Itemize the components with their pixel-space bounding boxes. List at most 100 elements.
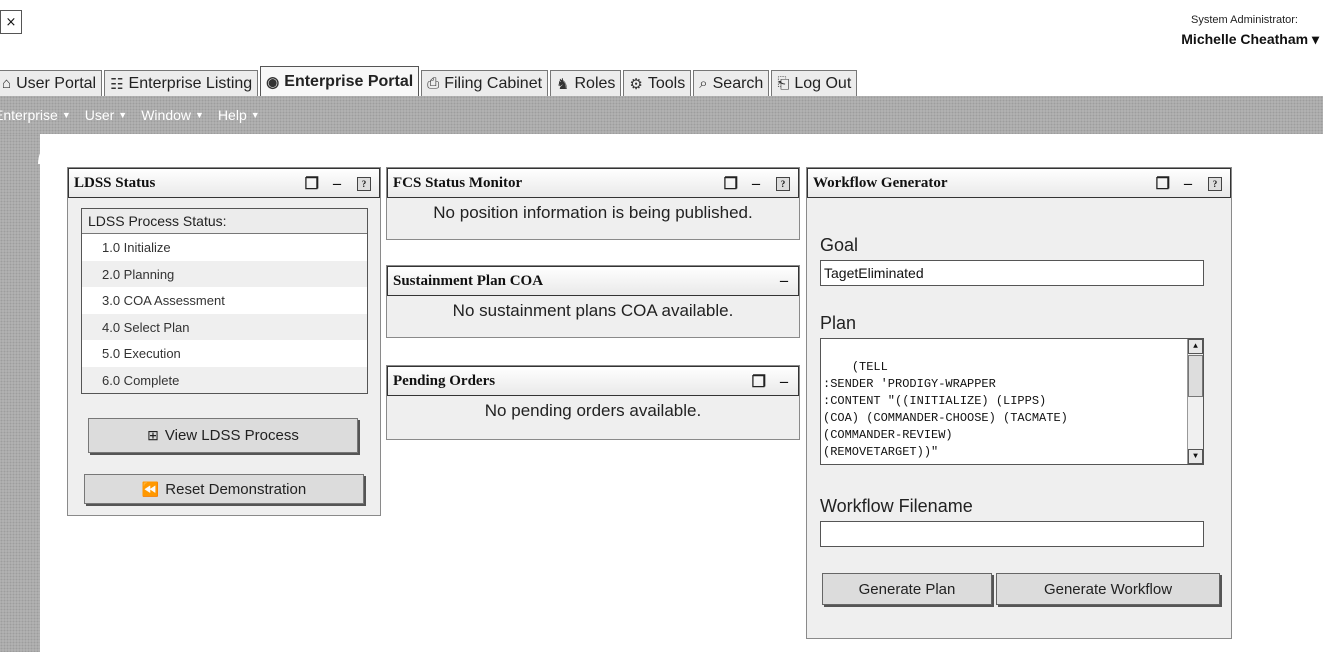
properties-icon[interactable]: ❐ (724, 174, 738, 194)
menu-label: Enterprise (0, 107, 58, 123)
process-list-header: LDSS Process Status: (82, 209, 367, 234)
button-label: Reset Demonstration (165, 480, 307, 498)
caret-down-icon: ▼ (250, 110, 260, 120)
minimize-icon[interactable]: – (333, 175, 341, 193)
tab-filing-cabinet[interactable]: ⎙ Filing Cabinet (421, 70, 549, 96)
menu-label: User (84, 107, 115, 123)
process-flow-icon: ⊞ (147, 427, 159, 443)
caret-down-icon: ▼ (195, 110, 204, 120)
tab-log-out[interactable]: ⎗ Log Out (771, 70, 858, 96)
panel-title: Pending Orders (393, 372, 496, 389)
scroll-up-icon[interactable]: ▲ (1188, 339, 1203, 354)
process-step: 2.0 Planning (82, 260, 367, 287)
tab-roles[interactable]: ♞ Roles (550, 70, 622, 96)
tab-user-portal[interactable]: ⌂ User Portal (0, 70, 103, 96)
menu-label: Help (217, 107, 247, 123)
close-icon: × (5, 14, 17, 30)
tab-enterprise-listing[interactable]: ☷ Enterprise Listing (104, 70, 259, 96)
help-icon[interactable]: ? (776, 177, 790, 191)
menu-bar: Enterprise ▼ User ▼ Window ▼ Help ▼ (0, 96, 1323, 134)
process-step: 6.0 Complete (82, 366, 367, 393)
pending-orders-panel: Pending Orders ❐ – No pending orders ava… (386, 365, 800, 440)
tab-enterprise-portal[interactable]: ◉ Enterprise Portal (260, 66, 420, 96)
panel-title: Sustainment Plan COA (393, 272, 544, 289)
process-step: 4.0 Select Plan (82, 313, 367, 340)
fcs-status-message: No position information is being publish… (433, 203, 753, 222)
reset-demonstration-button[interactable]: ⏪ Reset Demonstration (84, 474, 364, 504)
panel-title-bar: Workflow Generator ❐ – ? (807, 168, 1231, 198)
home-icon: ⌂ (2, 75, 12, 92)
workflow-generator-panel: Workflow Generator ❐ – ? Goal TagetElimi… (806, 167, 1232, 639)
menu-enterprise[interactable]: Enterprise ▼ (0, 107, 71, 123)
properties-icon[interactable]: ❐ (752, 372, 766, 392)
user-role-label: System Administrator: (1191, 14, 1298, 26)
tab-tools[interactable]: ⚙ Tools (623, 70, 692, 96)
generate-plan-button[interactable]: Generate Plan (822, 573, 992, 605)
fcs-status-panel: FCS Status Monitor ❐ – ? No position inf… (386, 167, 800, 240)
tab-label: Enterprise Portal (284, 72, 414, 90)
panel-title-bar: Pending Orders ❐ – (387, 366, 799, 396)
panel-title: FCS Status Monitor (393, 174, 523, 191)
process-step: 5.0 Execution (102, 346, 181, 361)
process-step: 1.0 Initialize (102, 240, 171, 255)
minimize-icon[interactable]: – (780, 272, 788, 290)
rewind-icon: ⏪ (141, 480, 160, 497)
listing-icon: ☷ (110, 75, 124, 93)
menu-window[interactable]: Window ▼ (141, 107, 204, 123)
workspace-corner (38, 134, 78, 164)
scroll-thumb[interactable] (1188, 355, 1203, 397)
sustainment-message: No sustainment plans COA available. (452, 301, 734, 320)
panel-title-bar: FCS Status Monitor ❐ – ? (387, 168, 799, 198)
ldss-status-panel: LDSS Status ❐ – ? LDSS Process Status: 1… (67, 167, 381, 516)
caret-down-icon: ▼ (118, 110, 128, 120)
properties-icon[interactable]: ❐ (305, 174, 319, 194)
tab-search[interactable]: ⌕ Search (693, 70, 770, 96)
menu-user[interactable]: User ▼ (85, 107, 127, 123)
pending-orders-message: No pending orders available. (484, 401, 702, 420)
logout-icon: ⎗ (777, 75, 790, 92)
user-menu[interactable]: Michelle Cheatham ▾ (1181, 31, 1319, 48)
tab-label: Search (712, 74, 764, 92)
workflow-filename-label: Workflow Filename (820, 496, 973, 516)
tab-label: Enterprise Listing (128, 74, 253, 92)
tools-icon: ⚙ (629, 75, 643, 93)
scroll-down-icon[interactable]: ▼ (1188, 449, 1203, 464)
view-ldss-process-button[interactable]: ⊞ View LDSS Process (88, 418, 358, 453)
search-icon: ⌕ (699, 75, 708, 92)
minimize-icon[interactable]: – (752, 175, 760, 193)
plan-label: Plan (820, 313, 857, 333)
properties-icon[interactable]: ❐ (1156, 174, 1170, 194)
minimize-icon[interactable]: – (1184, 175, 1192, 193)
process-step: 3.0 COA Assessment (102, 293, 225, 308)
help-icon[interactable]: ? (1208, 177, 1222, 191)
plan-textarea[interactable]: (TELL :SENDER 'PRODIGY-WRAPPER :CONTENT … (820, 338, 1204, 465)
left-stripe (0, 134, 40, 652)
tab-label: Roles (574, 74, 616, 92)
tab-label: Filing Cabinet (444, 74, 543, 92)
generate-workflow-button[interactable]: Generate Workflow (996, 573, 1220, 605)
cabinet-icon: ⎙ (427, 75, 440, 92)
tab-label: Log Out (794, 74, 852, 92)
panel-title-bar: LDSS Status ❐ – ? (68, 168, 380, 198)
minimize-icon[interactable]: – (780, 373, 788, 391)
goal-label: Goal (820, 235, 859, 255)
caret-down-icon: ▼ (61, 110, 71, 120)
ldss-process-list: LDSS Process Status: 1.0 Initialize 2.0 … (81, 208, 368, 394)
button-label: View LDSS Process (164, 427, 299, 444)
panel-title: Workflow Generator (813, 174, 948, 191)
plan-scrollbar[interactable]: ▲ ▼ (1187, 339, 1203, 464)
plan-text: (TELL :SENDER 'PRODIGY-WRAPPER :CONTENT … (823, 360, 1068, 459)
panel-title-bar: Sustainment Plan COA – (387, 266, 799, 296)
goal-input[interactable]: TagetEliminated (820, 260, 1204, 286)
panel-title: LDSS Status (74, 174, 156, 191)
close-window-button[interactable]: × (0, 10, 22, 34)
tab-label: Tools (647, 74, 686, 92)
menu-label: Window (141, 107, 192, 123)
help-icon[interactable]: ? (357, 177, 371, 191)
tab-label: User Portal (16, 74, 97, 92)
menu-help[interactable]: Help ▼ (218, 107, 260, 123)
workflow-filename-input[interactable] (820, 521, 1204, 547)
portal-tabs: ⌂ User Portal ☷ Enterprise Listing ◉ Enterp… (0, 66, 859, 96)
roles-icon: ♞ (556, 75, 570, 93)
portal-icon: ◉ (266, 73, 280, 91)
